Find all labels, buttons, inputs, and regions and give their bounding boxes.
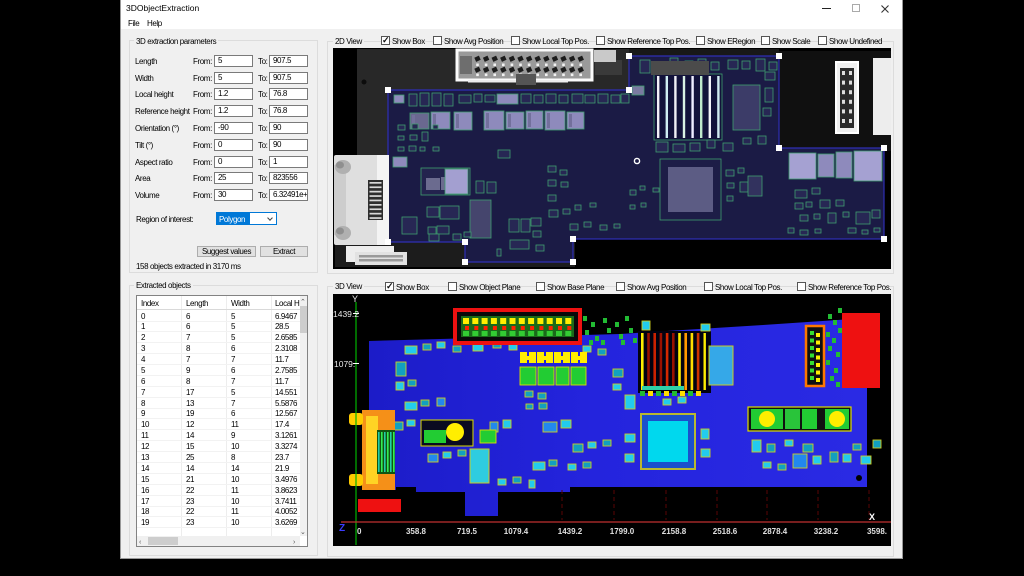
svg-text:1079.4: 1079.4: [504, 527, 529, 536]
svg-text:2518.6: 2518.6: [713, 527, 738, 536]
svg-text:2878.4: 2878.4: [763, 527, 788, 536]
svg-text:1079.: 1079.: [334, 359, 355, 369]
svg-text:3238.2: 3238.2: [814, 527, 839, 536]
svg-text:X: X: [869, 512, 875, 522]
svg-text:0: 0: [357, 527, 362, 536]
svg-text:3598.: 3598.: [867, 527, 887, 536]
svg-text:1439.2: 1439.2: [558, 527, 583, 536]
svg-text:2158.8: 2158.8: [662, 527, 687, 536]
svg-text:358.8: 358.8: [406, 527, 427, 536]
svg-text:1799.0: 1799.0: [610, 527, 635, 536]
svg-text:719.5: 719.5: [457, 527, 478, 536]
svg-text:Z: Z: [339, 523, 345, 534]
svg-text:Y: Y: [352, 294, 358, 304]
